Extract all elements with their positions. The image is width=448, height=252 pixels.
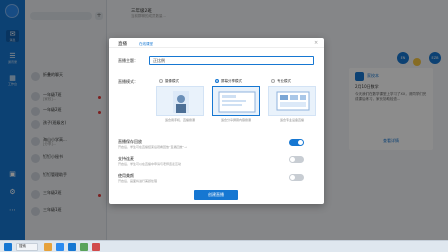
replay-toggle[interactable] <box>289 139 304 146</box>
dialog-tag: 在线课堂 <box>139 41 153 46</box>
start-icon[interactable] <box>4 243 12 251</box>
mode-camera-radio[interactable]: 摄像模式 <box>159 79 179 84</box>
topic-label: 直播主题： <box>118 58 138 63</box>
mode-label: 直播模式： <box>118 79 138 84</box>
pro-illustration <box>268 86 316 116</box>
browser-icon[interactable] <box>56 243 64 251</box>
beauty-toggle[interactable] <box>289 174 304 181</box>
camera-illustration <box>156 86 204 116</box>
dialog-header: 直播 在线课堂 × <box>109 38 324 48</box>
live-dialog: 直播 在线课堂 × 直播主题： 正比例 直播模式： 摄像模式 屏幕分享模式 专业… <box>109 38 324 204</box>
option-replay-desc: 开启后，学生可在直播结束后观看回放“直播回放”→ <box>118 145 187 149</box>
close-icon[interactable]: × <box>314 40 318 46</box>
mode-screen-card[interactable]: 适合分享屏幕内容授课 <box>212 86 260 130</box>
mode-pro-card[interactable]: 适合专业设备直播 <box>268 86 316 130</box>
option-beauty-desc: 开启后，画面将进行美颜处理 <box>118 179 158 183</box>
topic-input[interactable]: 正比例 <box>149 56 314 65</box>
mode-pro-radio[interactable]: 专业模式 <box>271 79 291 84</box>
mode-screen-radio[interactable]: 屏幕分享模式 <box>215 79 242 84</box>
option-mic-desc: 开启后，学生可以在直播中申请与老师连麦互动 <box>118 162 182 166</box>
screen-illustration <box>212 86 260 116</box>
mic-toggle[interactable] <box>289 156 304 163</box>
create-live-button[interactable]: 创建直播 <box>194 190 238 200</box>
mode-camera-card[interactable]: 适合用手机、直播授课 <box>156 86 204 130</box>
dialog-title: 直播 <box>118 42 127 47</box>
app-icon[interactable] <box>80 243 88 251</box>
taskbar: 搜索 <box>0 240 448 252</box>
folder-icon[interactable] <box>44 243 52 251</box>
app-icon[interactable] <box>92 243 100 251</box>
dingtalk-icon[interactable] <box>68 243 76 251</box>
